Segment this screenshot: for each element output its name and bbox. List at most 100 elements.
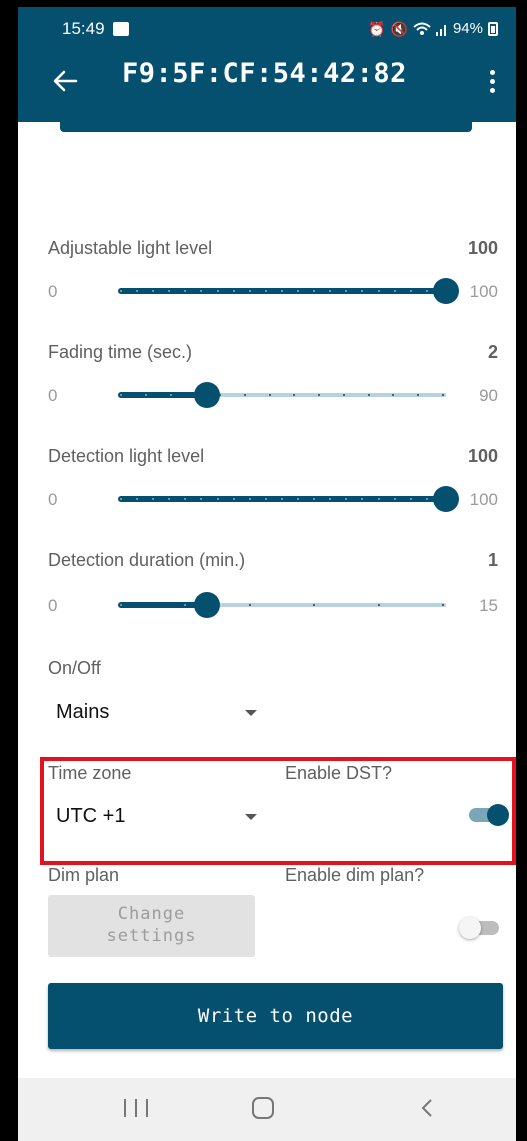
slider-tick (184, 604, 187, 606)
image-icon (112, 21, 129, 36)
arrow-left-icon[interactable] (50, 66, 80, 96)
fading-time-value: 2 (487, 342, 498, 362)
slider-tick (152, 498, 155, 500)
back-icon[interactable] (416, 1096, 440, 1120)
slider-tick (329, 498, 332, 500)
slider-tick (184, 498, 187, 500)
chevron-down-icon[interactable] (245, 814, 257, 820)
detection-duration-max: 15 (479, 596, 498, 615)
slider-tick (216, 290, 219, 292)
slider-tick (417, 394, 420, 396)
write-to-node-button[interactable]: Write to node (48, 983, 503, 1049)
slider-tick (297, 498, 300, 500)
slider-tick (393, 290, 396, 292)
slider-tick (345, 290, 348, 292)
slider-tick (144, 394, 147, 396)
chevron-down-icon[interactable] (245, 710, 257, 716)
slider-tick (329, 290, 332, 292)
slider-ticks (118, 604, 446, 606)
slider-tick (441, 394, 444, 396)
slider-tick (361, 290, 364, 292)
fading-time-min: 0 (48, 386, 58, 405)
slider-tick (361, 498, 364, 500)
slider-tick (409, 290, 412, 292)
alarm-icon: ⏰ (368, 20, 386, 37)
detection-light-level-min: 0 (48, 490, 58, 509)
slider-tick (425, 290, 428, 292)
adjustable-light-level-label: Adjustable light level (48, 238, 213, 258)
slider-tick (248, 290, 251, 292)
slider-tick (377, 498, 380, 500)
onoff-dropdown[interactable]: Mains (56, 701, 109, 724)
slider-thumb[interactable] (194, 382, 220, 408)
slider-tick (152, 290, 155, 292)
detection-light-level-max: 100 (469, 490, 498, 509)
status-icons: ⏰ 🔇 94% (368, 20, 498, 37)
device-address-title: F9:5F:CF:54:42:82 (122, 58, 407, 89)
enable-dst-toggle[interactable] (469, 804, 509, 826)
slider-tick (342, 394, 345, 396)
more-vertical-icon[interactable] (488, 68, 496, 96)
battery-percent: 94% (452, 20, 483, 37)
slider-tick (232, 498, 235, 500)
slider-tick (377, 290, 380, 292)
slider-tick (120, 290, 122, 292)
adjustable-light-level-min: 0 (48, 282, 58, 301)
slider-tick (264, 498, 267, 500)
slider-tick (243, 394, 246, 396)
enable-dst-label: Enable DST? (285, 763, 393, 783)
slider-ticks (118, 394, 446, 396)
dim-plan-label: Dim plan (48, 865, 120, 885)
recents-icon[interactable] (124, 1099, 148, 1117)
slider-tick (367, 394, 370, 396)
slider-tick (248, 604, 251, 606)
slider-tick (393, 498, 396, 500)
slider-tick (200, 498, 203, 500)
slider-tick (120, 604, 122, 606)
slider-tick (392, 394, 395, 396)
slider-tick (425, 498, 428, 500)
slider-tick (409, 498, 412, 500)
signal-icon (435, 24, 446, 36)
slider-tick (184, 290, 187, 292)
detection-duration-slider[interactable] (118, 591, 446, 619)
adjustable-light-level-value: 100 (467, 238, 498, 258)
app-bar: F9:5F:CF:54:42:82 (18, 50, 516, 122)
change-settings-line2: settings (106, 926, 197, 946)
slider-thumb[interactable] (433, 278, 459, 304)
adjustable-light-level-slider[interactable] (118, 277, 459, 305)
wifi-icon (413, 22, 431, 35)
slider-tick (200, 290, 203, 292)
fading-time-label: Fading time (sec.) (48, 342, 193, 362)
slider-thumb[interactable] (194, 592, 220, 618)
slider-tick (268, 394, 271, 396)
change-settings-button[interactable]: Change settings (48, 895, 255, 957)
phone-screen: 15:49 ⏰ 🔇 94% F9:5F:CF:54:42:82 Adjustab… (18, 0, 516, 1141)
slider-tick (313, 290, 316, 292)
status-time: 15:49 (62, 18, 105, 38)
slider-ticks (118, 290, 446, 292)
slider-tick (169, 394, 172, 396)
collapsed-panel-edge (60, 122, 472, 132)
mute-icon: 🔇 (390, 20, 408, 37)
slider-tick (280, 290, 283, 292)
time-zone-label: Time zone (48, 763, 132, 783)
slider-tick (168, 290, 171, 292)
slider-tick (120, 498, 122, 500)
enable-dim-plan-toggle[interactable] (459, 917, 499, 939)
fading-time-slider[interactable] (118, 381, 446, 409)
battery-icon (488, 21, 498, 36)
detection-light-level-slider[interactable] (118, 485, 459, 513)
time-zone-dropdown[interactable]: UTC +1 (56, 805, 125, 828)
slider-tick (441, 604, 444, 606)
detection-duration-label: Detection duration (min.) (48, 550, 246, 570)
home-icon[interactable] (252, 1097, 274, 1119)
slider-tick (264, 290, 267, 292)
slider-thumb[interactable] (433, 486, 459, 512)
slider-tick (136, 290, 139, 292)
slider-tick (313, 604, 316, 606)
slider-tick (216, 498, 219, 500)
system-nav-bar (18, 1078, 516, 1141)
slider-tick (313, 498, 316, 500)
detection-duration-min: 0 (48, 596, 58, 615)
